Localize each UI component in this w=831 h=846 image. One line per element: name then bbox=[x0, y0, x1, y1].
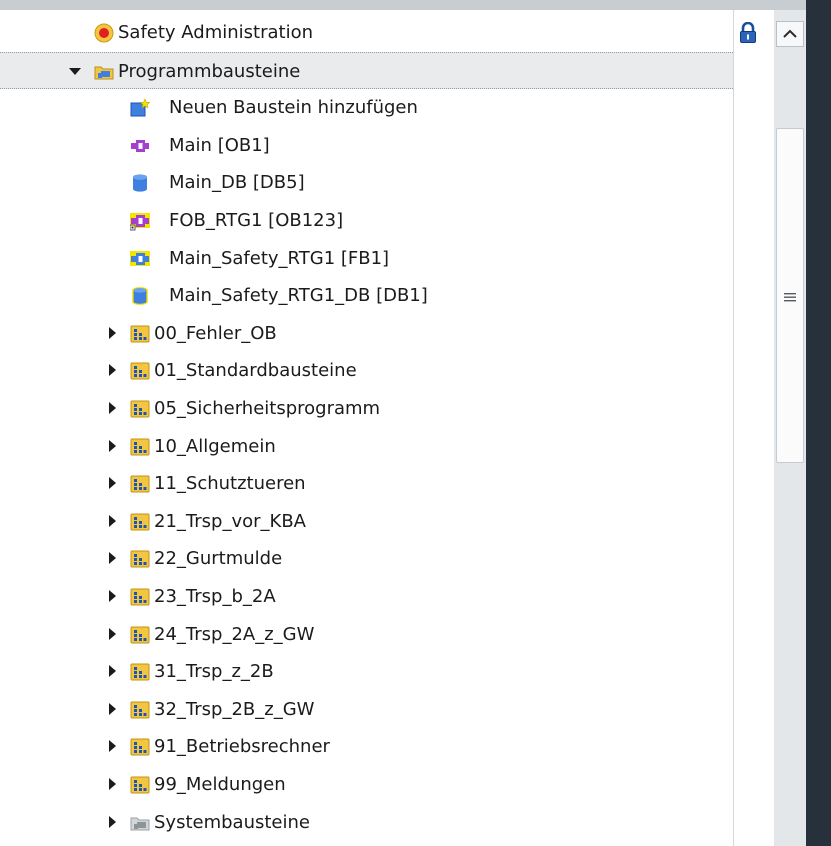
tree-item-label: Main_Safety_RTG1 [FB1] bbox=[169, 247, 390, 269]
safety-data-block-icon bbox=[130, 286, 150, 306]
caret-right-icon[interactable] bbox=[109, 815, 116, 828]
scroll-up-button[interactable] bbox=[776, 21, 804, 47]
caret-right-icon[interactable] bbox=[109, 665, 116, 678]
caret-right-icon[interactable] bbox=[109, 326, 116, 339]
tree-item[interactable]: 05_Sicherheitsprogramm bbox=[0, 390, 733, 427]
caret-down-icon[interactable] bbox=[69, 67, 81, 75]
group-folder-icon bbox=[130, 549, 150, 569]
padlock-icon bbox=[740, 22, 756, 43]
tree-item-label: 24_Trsp_2A_z_GW bbox=[154, 623, 315, 645]
program-blocks-folder-icon bbox=[94, 62, 114, 82]
caret-right-icon[interactable] bbox=[109, 702, 116, 715]
tree-item-label: 32_Trsp_2B_z_GW bbox=[154, 698, 315, 720]
tree-item[interactable]: Main_Safety_RTG1_DB [DB1] bbox=[0, 277, 733, 314]
tree-item-label: 23_Trsp_b_2A bbox=[154, 586, 276, 607]
caret-right-icon[interactable] bbox=[109, 740, 116, 753]
caret-right-icon[interactable] bbox=[109, 402, 116, 414]
grip-icon bbox=[784, 293, 796, 302]
tree-item-label: 00_Fehler_OB bbox=[154, 322, 277, 344]
group-folder-icon bbox=[130, 700, 150, 720]
tree-item[interactable]: Main [OB1] bbox=[0, 127, 733, 164]
project-tree: Safety Administration Programmbausteine Ne… bbox=[0, 10, 733, 846]
tree-item-label: 01_Standardbausteine bbox=[154, 360, 357, 382]
group-folder-icon bbox=[130, 399, 150, 419]
chevron-up-icon bbox=[783, 29, 797, 38]
caret-right-icon[interactable] bbox=[109, 778, 116, 790]
lock-column bbox=[734, 10, 774, 846]
group-folder-icon bbox=[130, 737, 150, 757]
tree-item-label: Programmbausteine bbox=[118, 60, 301, 82]
caret-right-icon[interactable] bbox=[109, 514, 116, 527]
add-new-block-icon bbox=[130, 98, 151, 118]
tree-item[interactable]: FOB_RTG1 [OB123] bbox=[0, 202, 733, 239]
tree-item-label: Systembausteine bbox=[154, 811, 310, 833]
group-folder-icon bbox=[130, 775, 150, 795]
tree-item[interactable]: 32_Trsp_2B_z_GW bbox=[0, 691, 733, 728]
caret-right-icon[interactable] bbox=[109, 477, 116, 490]
tree-item-label: Main_Safety_RTG1_DB [DB1] bbox=[169, 285, 428, 307]
tree-item[interactable]: 23_Trsp_b_2A bbox=[0, 578, 733, 615]
tree-item[interactable]: Programmbausteine bbox=[0, 51, 733, 89]
group-folder-icon bbox=[130, 587, 150, 607]
tree-item-label: 11_Schutztueren bbox=[154, 473, 306, 495]
tree-item[interactable]: Systembausteine bbox=[0, 804, 733, 841]
safety-function-block-icon bbox=[130, 249, 150, 269]
caret-right-icon[interactable] bbox=[109, 590, 116, 602]
group-folder-icon bbox=[130, 662, 150, 682]
group-folder-icon bbox=[130, 512, 150, 532]
group-folder-icon bbox=[130, 324, 150, 344]
top-bar bbox=[0, 0, 831, 10]
tree-item[interactable]: 31_Trsp_z_2B bbox=[0, 653, 733, 690]
safety-admin-icon bbox=[94, 23, 114, 43]
tree-item-label: 05_Sicherheitsprogramm bbox=[154, 398, 381, 419]
safety-organization-block-icon bbox=[129, 211, 150, 231]
tree-item[interactable]: 22_Gurtmulde bbox=[0, 540, 733, 577]
caret-right-icon[interactable] bbox=[109, 364, 116, 377]
group-folder-icon bbox=[130, 361, 150, 381]
tree-item-label: Neuen Baustein hinzufügen bbox=[169, 97, 418, 119]
right-edge-panel bbox=[806, 0, 831, 846]
tree-item-label: Main_DB [DB5] bbox=[169, 172, 305, 194]
tree-item-label: Main [OB1] bbox=[169, 134, 270, 156]
system-blocks-folder-icon bbox=[130, 813, 150, 833]
tree-item[interactable]: Main_Safety_RTG1 [FB1] bbox=[0, 240, 733, 277]
tree-item[interactable]: 11_Schutztueren bbox=[0, 465, 733, 502]
tree-item[interactable]: 91_Betriebsrechner bbox=[0, 728, 733, 765]
tree-item-label: 21_Trsp_vor_KBA bbox=[154, 510, 306, 532]
tree-item[interactable]: 00_Fehler_OB bbox=[0, 315, 733, 352]
tree-item-label: Safety Administration bbox=[118, 22, 314, 43]
tree-item[interactable]: 10_Allgemein bbox=[0, 428, 733, 465]
organization-block-icon bbox=[130, 136, 150, 156]
tree-item-label: 91_Betriebsrechner bbox=[154, 736, 330, 758]
tree-item[interactable]: Safety Administration bbox=[0, 14, 733, 51]
group-folder-icon bbox=[130, 625, 150, 645]
caret-right-icon[interactable] bbox=[109, 627, 116, 640]
data-block-icon bbox=[130, 173, 150, 193]
caret-right-icon[interactable] bbox=[109, 439, 116, 452]
caret-right-icon[interactable] bbox=[109, 552, 116, 565]
tree-item[interactable]: Main_DB [DB5] bbox=[0, 164, 733, 201]
tree-item[interactable]: 24_Trsp_2A_z_GW bbox=[0, 616, 733, 653]
group-folder-icon bbox=[130, 437, 150, 457]
tree-item[interactable]: 21_Trsp_vor_KBA bbox=[0, 503, 733, 540]
tree-item[interactable]: Neuen Baustein hinzufügen bbox=[0, 89, 733, 126]
group-folder-icon bbox=[130, 474, 150, 494]
tree-item-label: 10_Allgemein bbox=[154, 435, 276, 457]
tree-item-label: 31_Trsp_z_2B bbox=[154, 661, 274, 683]
tree-item[interactable]: 01_Standardbausteine bbox=[0, 352, 733, 389]
tree-item-label: 22_Gurtmulde bbox=[154, 548, 283, 570]
tree-item-label: FOB_RTG1 [OB123] bbox=[169, 210, 344, 231]
tree-item[interactable]: 99_Meldungen bbox=[0, 766, 733, 803]
tree-item-label: 99_Meldungen bbox=[154, 774, 286, 795]
